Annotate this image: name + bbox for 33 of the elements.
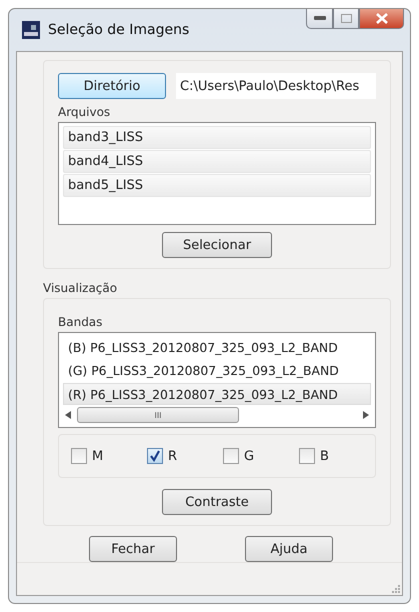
scroll-left-icon[interactable] [65, 411, 71, 420]
app-icon [22, 21, 40, 39]
maximize-icon [340, 14, 352, 23]
channel-checkbox[interactable]: B [299, 448, 375, 464]
channel-checkbox[interactable]: R [147, 448, 223, 464]
window-title: Seleção de Imagens [48, 22, 190, 38]
resize-grip-icon[interactable] [392, 585, 400, 593]
minimize-button[interactable] [306, 9, 333, 29]
select-button[interactable]: Selecionar [162, 232, 272, 258]
dialog-button[interactable]: Ajuda [245, 536, 333, 562]
file-item[interactable]: band4_LISS [63, 150, 371, 173]
band-item[interactable]: (B) P6_LISS3_20120807_325_093_L2_BAND [63, 336, 371, 358]
close-button[interactable] [359, 9, 404, 29]
horizontal-scrollbar[interactable]: III [63, 406, 371, 424]
path-field[interactable]: C:\Users\Paulo\Desktop\Res [176, 73, 376, 99]
file-item[interactable]: band3_LISS [63, 126, 371, 149]
scroll-thumb[interactable]: III [77, 407, 239, 424]
minimize-icon [314, 16, 326, 21]
channel-checkbox[interactable]: G [223, 448, 299, 464]
band-item[interactable]: (G) P6_LISS3_20120807_325_093_L2_BAND [63, 359, 371, 382]
checkmark-icon [149, 450, 161, 462]
scroll-right-icon[interactable] [363, 411, 369, 420]
contrast-button[interactable]: Contraste [162, 489, 272, 515]
files-label: Arquivos [58, 105, 112, 119]
group-title: Visualização [43, 281, 118, 295]
directory-button[interactable]: Diretório [58, 73, 166, 99]
band-item[interactable]: (R) P6_LISS3_20120807_325_093_L2_BAND [63, 382, 371, 406]
bands-label: Bandas [58, 315, 104, 329]
maximize-button[interactable] [333, 9, 359, 29]
close-icon [376, 13, 388, 24]
channel-checkbox[interactable]: M [71, 448, 147, 464]
dialog-button[interactable]: Fechar [89, 536, 177, 562]
file-item[interactable]: band5_LISS [63, 174, 371, 197]
